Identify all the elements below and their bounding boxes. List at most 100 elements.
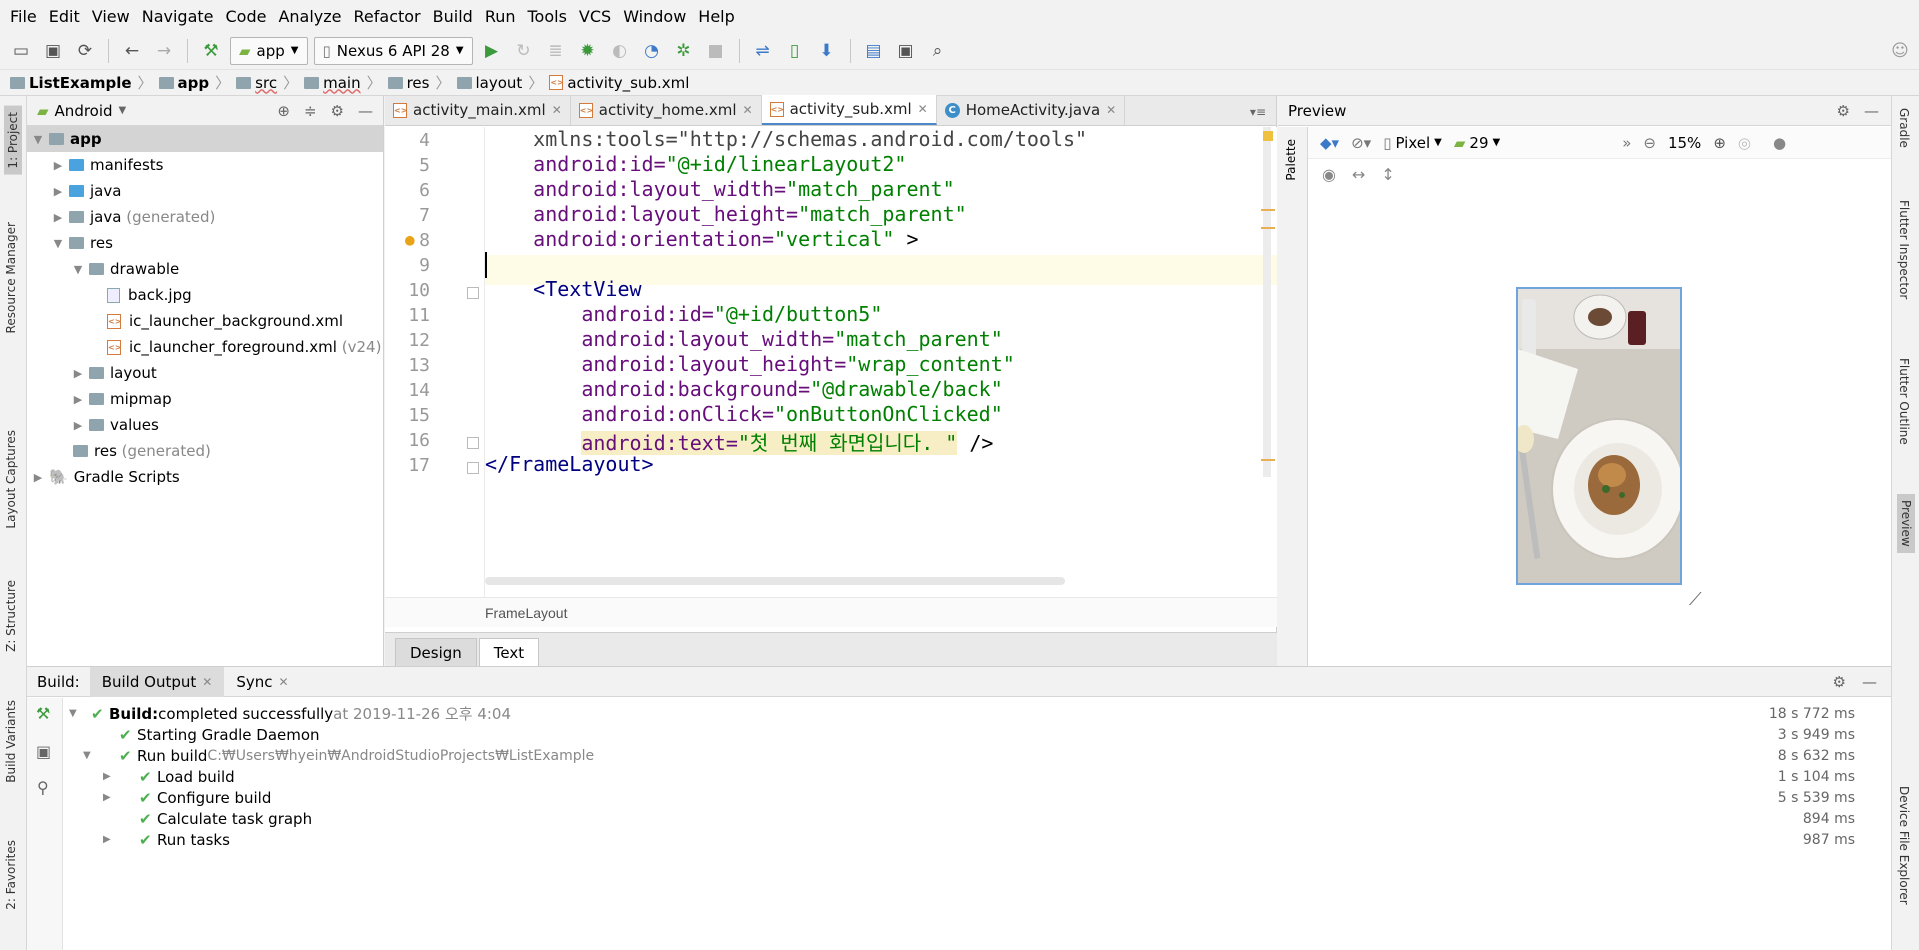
- close-icon[interactable]: ✕: [1106, 103, 1116, 117]
- search-icon[interactable]: ⌕: [925, 38, 951, 64]
- menu-view[interactable]: View: [86, 7, 136, 26]
- tree-item-manifests[interactable]: ▶ manifests: [27, 152, 383, 178]
- chevron-right-icon[interactable]: ▶: [71, 393, 85, 406]
- build-row[interactable]: ▶ ✔ Configure build 5 s 539 ms: [63, 787, 1891, 808]
- code-area[interactable]: 4 5 6 7 8 9 10 11 12 13 14 15 16 17 ● xm…: [385, 127, 1277, 597]
- menu-code[interactable]: Code: [220, 7, 273, 26]
- vertical-resize-icon[interactable]: ↕: [1381, 165, 1394, 184]
- close-icon[interactable]: ✕: [918, 102, 928, 116]
- chevron-down-icon[interactable]: ▼: [119, 105, 127, 116]
- save-icon[interactable]: ▣: [40, 38, 66, 64]
- chevron-right-icon[interactable]: ▶: [71, 367, 85, 380]
- attach-debugger-icon[interactable]: ✲: [671, 38, 697, 64]
- warning-icon[interactable]: ●: [1773, 134, 1786, 152]
- gradle-sync-icon[interactable]: ⇌: [750, 38, 776, 64]
- fold-icon[interactable]: [467, 462, 479, 474]
- resize-handle-icon[interactable]: ⟋: [1689, 589, 1702, 610]
- tool-tab-flutter-inspector[interactable]: Flutter Inspector: [1897, 200, 1911, 299]
- tool-tab-resource-manager[interactable]: Resource Manager: [4, 222, 18, 333]
- gear-icon[interactable]: ⚙: [331, 102, 344, 120]
- tool-tab-project[interactable]: 1: Project: [4, 106, 22, 175]
- run-config-select[interactable]: ▰ app ▼: [230, 36, 308, 65]
- overflow-icon[interactable]: »: [1622, 134, 1631, 152]
- collapse-icon[interactable]: ≑: [304, 102, 317, 120]
- close-icon[interactable]: ✕: [202, 675, 212, 689]
- close-icon[interactable]: ✕: [552, 103, 562, 117]
- menu-build[interactable]: Build: [427, 7, 479, 26]
- minimize-icon[interactable]: —: [1864, 102, 1879, 120]
- device-select[interactable]: ▯ Pixel ▼: [1383, 134, 1442, 152]
- menu-edit[interactable]: Edit: [43, 7, 86, 26]
- chevron-down-icon[interactable]: ▼: [31, 133, 45, 146]
- run-icon[interactable]: ▶: [479, 38, 505, 64]
- stop-icon[interactable]: ■: [703, 38, 729, 64]
- build-row[interactable]: ▼ ✔ Run build C:₩Users₩hyein₩AndroidStud…: [63, 745, 1891, 766]
- apply-changes-icon[interactable]: ↻: [511, 38, 537, 64]
- fold-icon[interactable]: [467, 437, 479, 449]
- fold-icon[interactable]: [467, 287, 479, 299]
- breadcrumb-item-project[interactable]: ListExample: [10, 74, 138, 92]
- sdk-manager-icon[interactable]: ⬇: [814, 38, 840, 64]
- project-structure-icon[interactable]: ▤: [861, 38, 887, 64]
- tree-item-ic-launcher-background[interactable]: <> ic_launcher_background.xml: [27, 308, 383, 334]
- tree-item-layout[interactable]: ▶ layout: [27, 360, 383, 386]
- api-select[interactable]: ▰ 29 ▼: [1454, 134, 1500, 152]
- tool-tab-device-file-explorer[interactable]: Device File Explorer: [1897, 786, 1911, 905]
- menu-vcs[interactable]: VCS: [573, 7, 617, 26]
- tab-list-icon[interactable]: ▾≡: [1250, 105, 1276, 125]
- chevron-right-icon[interactable]: ▶: [51, 211, 65, 224]
- hammer-build-icon[interactable]: ⚒: [36, 704, 50, 723]
- back-arrow-icon[interactable]: ←: [119, 38, 145, 64]
- warning-marker-icon[interactable]: [1263, 131, 1273, 141]
- editor-tab-activity-home[interactable]: <> activity_home.xml ✕: [571, 95, 762, 125]
- tree-item-app[interactable]: ▼ app: [27, 126, 383, 152]
- tool-tab-gradle[interactable]: Gradle: [1897, 108, 1911, 148]
- close-icon[interactable]: ✕: [743, 103, 753, 117]
- menu-refactor[interactable]: Refactor: [348, 7, 427, 26]
- profile-icon[interactable]: ◐: [607, 38, 633, 64]
- menu-help[interactable]: Help: [692, 7, 740, 26]
- chevron-down-icon[interactable]: ▼: [83, 750, 101, 761]
- close-icon[interactable]: ✕: [278, 675, 288, 689]
- tab-sync[interactable]: Sync ✕: [224, 667, 300, 697]
- tree-item-back-jpg[interactable]: back.jpg: [27, 282, 383, 308]
- build-row[interactable]: ✔ Calculate task graph 894 ms: [63, 808, 1891, 829]
- tool-tab-preview[interactable]: Preview: [1897, 494, 1915, 553]
- tree-item-mipmap[interactable]: ▶ mipmap: [27, 386, 383, 412]
- project-view-select[interactable]: Android: [55, 102, 113, 120]
- locate-icon[interactable]: ⊕: [277, 102, 290, 120]
- layers-icon[interactable]: ◆▾: [1320, 134, 1339, 152]
- tree-item-values[interactable]: ▶ values: [27, 412, 383, 438]
- tool-tab-build-variants[interactable]: Build Variants: [4, 700, 18, 783]
- menu-window[interactable]: Window: [617, 7, 692, 26]
- minimize-icon[interactable]: —: [1862, 673, 1877, 691]
- menu-run[interactable]: Run: [479, 7, 522, 26]
- layout-inspector-icon[interactable]: ▣: [893, 38, 919, 64]
- tab-text[interactable]: Text: [478, 638, 540, 666]
- chevron-right-icon[interactable]: ▶: [51, 185, 65, 198]
- tree-item-java[interactable]: ▶ java: [27, 178, 383, 204]
- build-row[interactable]: ▼ ✔ Build: completed successfully at 201…: [63, 703, 1891, 724]
- editor-breadcrumb[interactable]: FrameLayout: [385, 597, 1277, 627]
- chevron-right-icon[interactable]: ▶: [71, 419, 85, 432]
- toggle-view-icon[interactable]: ▣: [36, 742, 51, 761]
- tool-tab-palette[interactable]: Palette: [1284, 139, 1298, 181]
- pin-icon[interactable]: ⚲: [37, 778, 49, 797]
- eye-icon[interactable]: ◉: [1322, 165, 1336, 184]
- tab-build-output[interactable]: Build Output ✕: [89, 666, 225, 697]
- gear-icon[interactable]: ⚙: [1837, 102, 1850, 120]
- breadcrumb-item-layout[interactable]: layout: [456, 74, 529, 92]
- build-row[interactable]: ▶ ✔ Load build 1 s 104 ms: [63, 766, 1891, 787]
- tree-item-gradle-scripts[interactable]: ▶ 🐘 Gradle Scripts: [27, 464, 383, 490]
- user-icon[interactable]: ☺: [1887, 38, 1913, 64]
- editor-tab-home-activity[interactable]: C HomeActivity.java ✕: [937, 95, 1126, 125]
- chevron-down-icon[interactable]: ▼: [71, 263, 85, 276]
- zoom-in-icon[interactable]: ⊕: [1713, 134, 1726, 152]
- sync-icon[interactable]: ⟳: [72, 38, 98, 64]
- tool-tab-structure[interactable]: Z: Structure: [4, 580, 18, 652]
- tool-tab-layout-captures[interactable]: Layout Captures: [4, 430, 18, 529]
- breadcrumb-item-src[interactable]: src: [236, 74, 283, 92]
- orientation-icon[interactable]: ⊘▾: [1351, 134, 1371, 152]
- tree-item-drawable[interactable]: ▼ drawable: [27, 256, 383, 282]
- lightbulb-icon[interactable]: ●: [405, 230, 415, 249]
